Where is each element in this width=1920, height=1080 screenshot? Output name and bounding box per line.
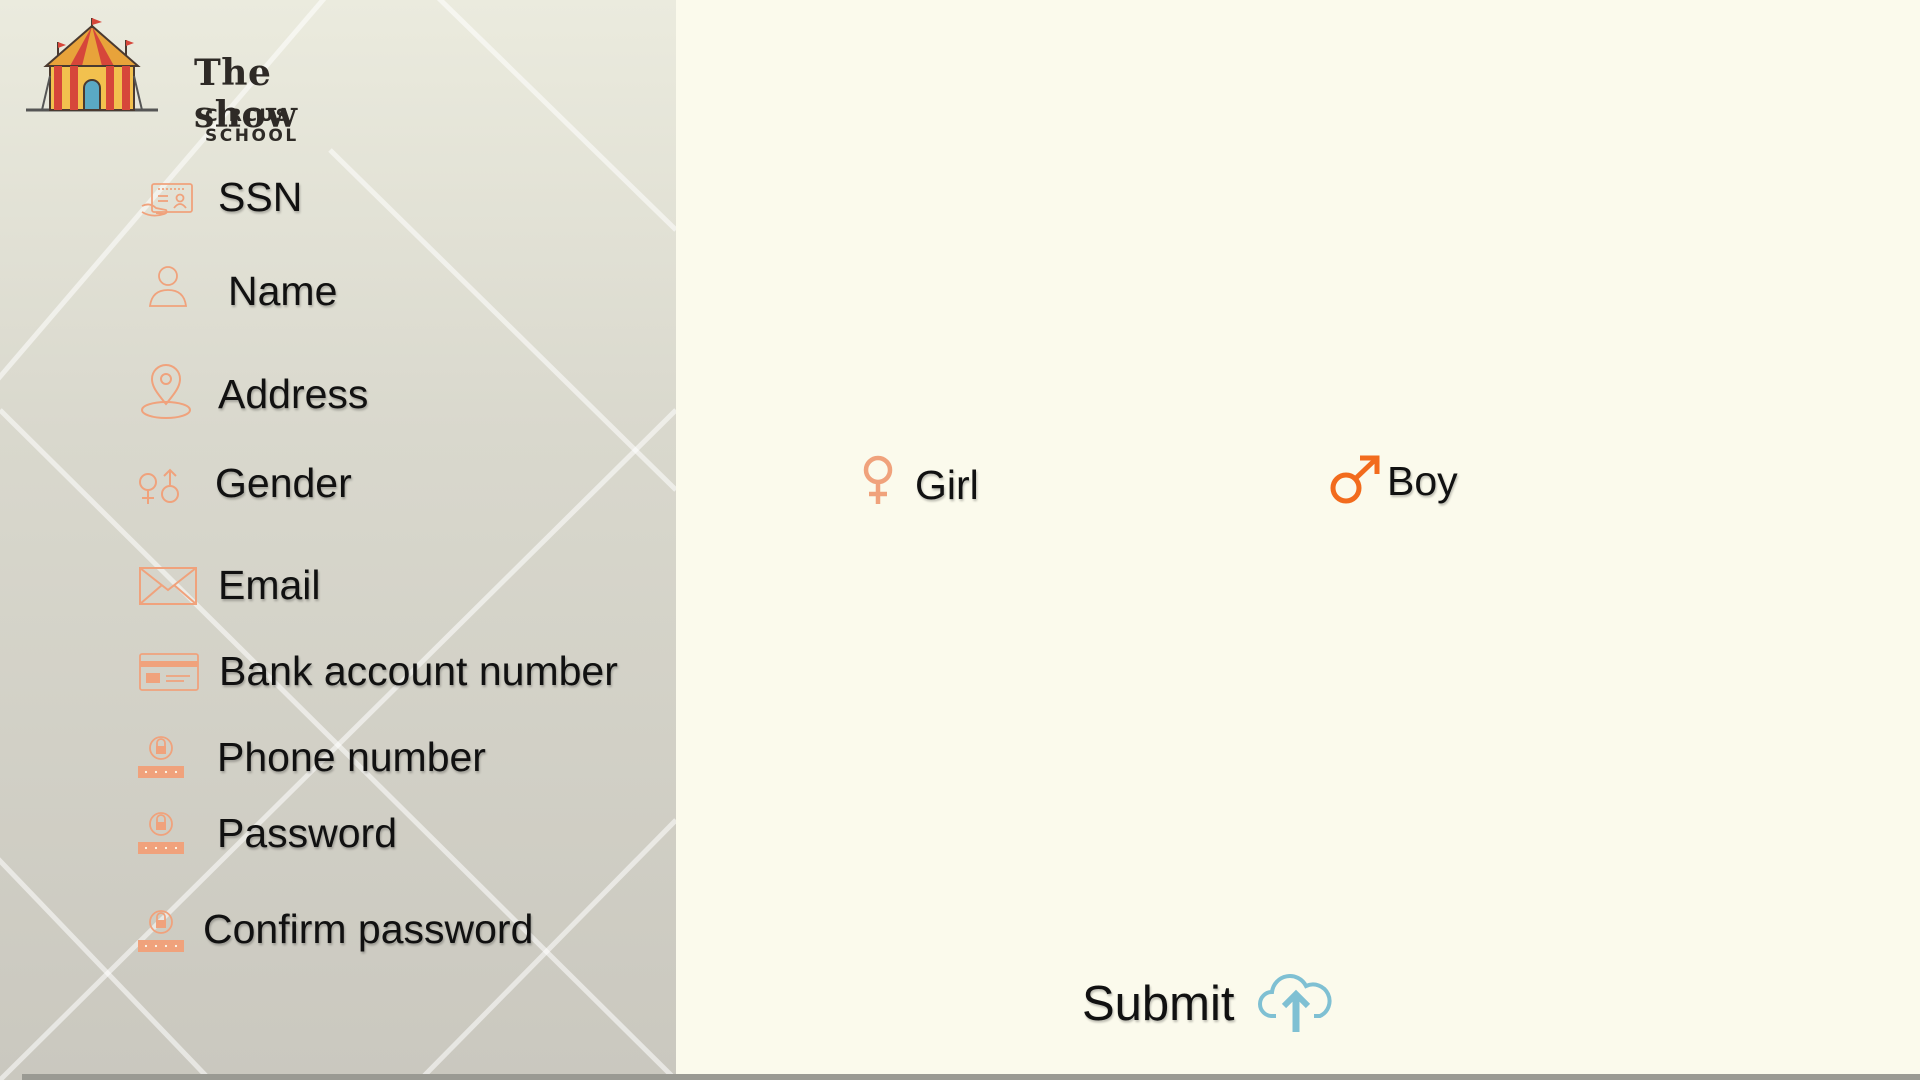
cloud-upload-icon — [1256, 970, 1336, 1034]
ssn-field-label: SSN — [218, 174, 303, 220]
girl-option[interactable]: Girl — [860, 452, 1020, 512]
phone-number-field-label: Phone number — [217, 734, 486, 780]
lock-keypad-icon — [136, 908, 186, 954]
girl-label: Girl — [915, 462, 979, 508]
submit-label: Submit — [1082, 977, 1235, 1031]
password-field-label: Password — [217, 810, 398, 856]
lock-keypad-icon — [136, 810, 186, 856]
id-card-icon — [140, 180, 196, 220]
gender-field-label: Gender — [215, 460, 352, 506]
user-icon — [144, 262, 192, 310]
location-pin-icon — [138, 362, 194, 422]
boy-option[interactable]: Boy — [1328, 452, 1478, 512]
bank-card-icon — [138, 652, 200, 692]
submit-button[interactable]: Submit — [1070, 960, 1340, 1050]
bank-account-field-label: Bank account number — [219, 648, 618, 694]
lock-keypad-icon — [136, 734, 186, 780]
male-symbol-icon — [1328, 454, 1382, 506]
confirm-password-field-label: Confirm password — [203, 906, 534, 952]
circus-tent-icon — [26, 18, 158, 112]
gender-icon — [136, 466, 186, 510]
address-field-label: Address — [218, 371, 369, 417]
sidebar: The show CIRCUS SCHOOL SSN Name Address … — [0, 0, 676, 1080]
female-symbol-icon — [860, 454, 896, 506]
boy-label: Boy — [1387, 458, 1458, 504]
brand-logo: The show CIRCUS SCHOOL — [24, 18, 384, 146]
name-field-label: Name — [228, 268, 338, 314]
brand-subtitle: CIRCUS SCHOOL — [205, 106, 299, 146]
email-field-label: Email — [218, 562, 321, 608]
envelope-icon — [138, 566, 198, 606]
bottom-divider — [22, 1074, 1920, 1080]
